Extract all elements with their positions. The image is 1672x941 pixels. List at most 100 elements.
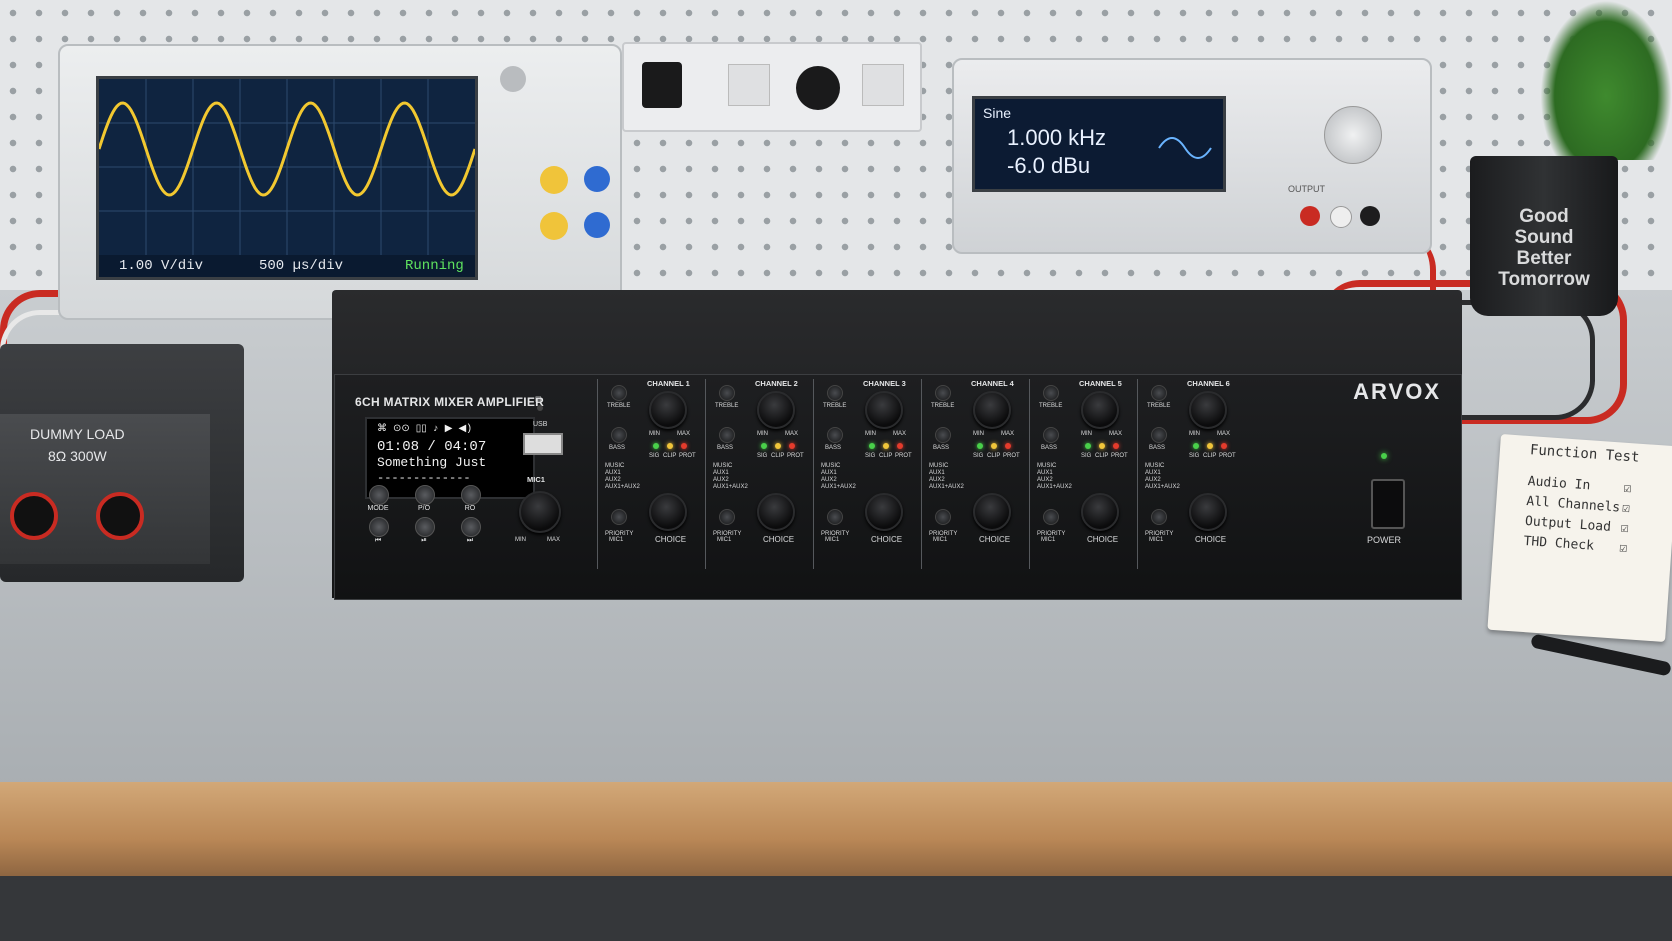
choice-knob[interactable] [757,493,795,531]
min-label: MIN [973,431,984,437]
max-label: MAX [785,431,799,437]
mic1-max: MAX [547,537,561,543]
choice-knob[interactable] [649,493,687,531]
po-button[interactable] [415,485,435,505]
bass-knob[interactable] [719,427,735,443]
lcd-progress: ------------- [377,471,471,485]
bass-knob[interactable] [1151,427,1167,443]
prot-label: PROT [1111,453,1128,459]
scope-yellow-knob[interactable] [540,166,568,194]
prot-led [1221,443,1227,449]
scope-blue-knob[interactable] [584,166,610,192]
channel-volume-knob[interactable] [1189,391,1227,429]
cup-line2: Sound [1514,227,1574,248]
prev-icon: ⏮ [374,537,382,544]
output-red-jack[interactable] [1300,206,1320,226]
source-label: AUX1+AUX2 [713,484,748,490]
power-led [1381,453,1387,459]
prot-label: PROT [679,453,696,459]
treble-knob[interactable] [719,385,735,401]
play-pause-icon: ⏯ [421,537,427,544]
choice-knob[interactable] [973,493,1011,531]
priority-button[interactable] [611,509,627,525]
dummy-load-red-terminal[interactable] [10,492,58,540]
power-switch[interactable] [1371,479,1405,529]
sd-icon: ▤ [535,396,542,403]
sig-label: SIG [757,453,768,459]
choice-knob[interactable] [1189,493,1227,531]
dummy-load-red-terminal-2[interactable] [96,492,144,540]
sig-label: SIG [973,453,984,459]
power-label: POWER [1367,535,1402,545]
bass-knob[interactable] [935,427,951,443]
generator-knob[interactable] [1324,106,1382,164]
source-label: AUX2 [713,477,729,483]
channel-volume-knob[interactable] [1081,391,1119,429]
choice-knob[interactable] [1081,493,1119,531]
source-label: MUSIC [605,463,625,469]
sd-slot[interactable] [537,405,543,411]
generator-amplitude: -6.0 dBu [1007,153,1091,178]
source-label: AUX1+AUX2 [821,484,856,490]
sig-led [1193,443,1199,449]
usb-port[interactable] [523,433,563,455]
priority-button[interactable] [1151,509,1167,525]
treble-label: TREBLE [931,403,955,409]
prev-button[interactable] [369,517,389,537]
output-white-jack[interactable] [1330,206,1352,228]
prot-led [681,443,687,449]
channel-divider [813,379,814,569]
prot-led [897,443,903,449]
next-button[interactable] [461,517,481,537]
channel-label: CHANNEL 1 [647,379,690,388]
priority-button[interactable] [935,509,951,525]
scope-blue-knob-2[interactable] [584,212,610,238]
choice-label: CHOICE [655,535,687,544]
bass-knob[interactable] [611,427,627,443]
choice-knob[interactable] [865,493,903,531]
prot-led [789,443,795,449]
treble-label: TREBLE [607,403,631,409]
ro-button[interactable] [461,485,481,505]
priority-label-2: MIC1 [717,537,732,543]
priority-button[interactable] [1043,509,1059,525]
scope-status-bar: 1.00 V/div 500 µs/div Running [99,255,475,277]
mode-button[interactable] [369,485,389,505]
priority-button[interactable] [827,509,843,525]
choice-label: CHOICE [763,535,795,544]
bass-label: BASS [609,445,626,451]
scope-yellow-knob-2[interactable] [540,212,568,240]
priority-button[interactable] [719,509,735,525]
checkmark-icon: ☑ [1623,480,1632,497]
treble-label: TREBLE [715,403,739,409]
channel-volume-knob[interactable] [649,391,687,429]
output-black-jack[interactable] [1360,206,1380,226]
source-label: AUX2 [605,477,621,483]
dummy-load-box: DUMMY LOAD 8Ω 300W [0,344,244,582]
treble-knob[interactable] [827,385,843,401]
checkmark-icon: ☑ [1618,540,1628,557]
bass-knob[interactable] [827,427,843,443]
source-label: AUX1+AUX2 [1037,484,1072,490]
notebook-item: THD Check [1523,533,1595,554]
channel-volume-knob[interactable] [865,391,903,429]
play-pause-button[interactable] [415,517,435,537]
mode-label: MODE [367,505,389,512]
channel-volume-knob[interactable] [973,391,1011,429]
treble-knob[interactable] [1151,385,1167,401]
bass-label: BASS [1149,445,1166,451]
scope-knob[interactable] [500,66,526,92]
channel-divider [1029,379,1030,569]
channel-volume-knob[interactable] [757,391,795,429]
mic1-volume-knob[interactable] [519,491,561,533]
dummy-load-title: DUMMY LOAD [30,426,125,442]
source-label: AUX1+AUX2 [1145,484,1180,490]
channel-label: CHANNEL 5 [1079,379,1122,388]
treble-knob[interactable] [1043,385,1059,401]
bass-knob[interactable] [1043,427,1059,443]
treble-knob[interactable] [935,385,951,401]
bass-label: BASS [933,445,950,451]
treble-knob[interactable] [611,385,627,401]
po-label: P/O [417,505,431,512]
clip-led [667,443,673,449]
